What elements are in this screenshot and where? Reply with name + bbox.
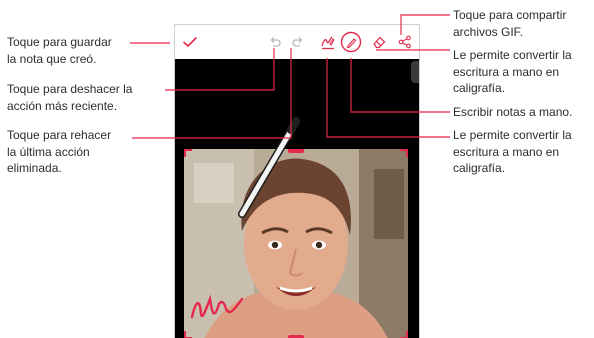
stylus xyxy=(238,117,300,218)
